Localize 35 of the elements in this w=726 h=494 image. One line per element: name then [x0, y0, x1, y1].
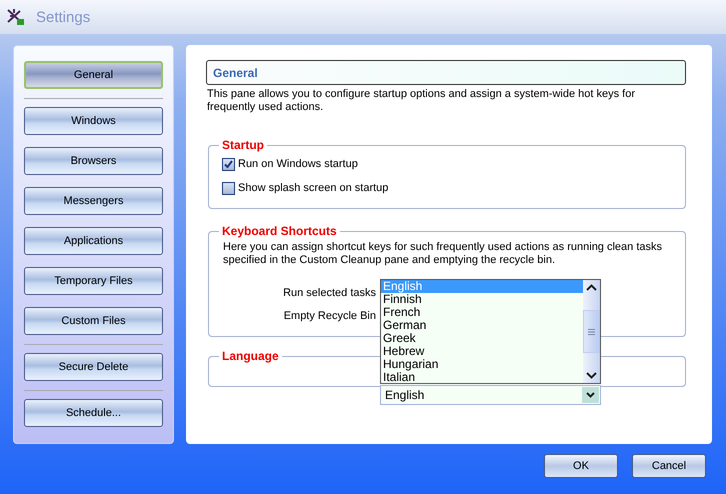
pane-title: General	[206, 60, 686, 85]
sidebar-button[interactable]: Temporary Files	[24, 267, 163, 295]
group-title: Keyboard Shortcuts	[221, 224, 338, 238]
pane-description: This pane allows you to configure startup options and assign a system-wide hot keys for frequently used actions.	[207, 88, 636, 114]
checkbox-label[interactable]: Run on Windows startup	[238, 158, 358, 170]
language-option[interactable]: Hebrew	[381, 345, 583, 358]
app-icon	[6, 8, 26, 26]
language-option[interactable]: Hungarian	[381, 358, 583, 371]
sidebar-button[interactable]: General	[24, 61, 163, 89]
sidebar-button[interactable]: Schedule...	[24, 399, 163, 427]
shortcuts-description: Here you can assign shortcut keys for such frequently used actions as running clean tasks specified in the Custom Cleanup pane and emptying the recycle bin.	[223, 241, 664, 267]
chevron-down-icon[interactable]	[586, 392, 595, 398]
dialog-button[interactable]: OK	[544, 454, 618, 478]
dialog-button[interactable]: Cancel	[632, 454, 706, 478]
sidebar-button[interactable]: Secure Delete	[24, 353, 163, 381]
language-option[interactable]: Greek	[381, 332, 583, 345]
checkbox[interactable]	[222, 182, 235, 194]
shortcut-label: Run selected tasks	[282, 287, 376, 299]
shortcut-label: Empty Recycle Bin	[282, 310, 376, 322]
checkbox-label[interactable]: Show splash screen on startup	[238, 182, 388, 194]
language-option[interactable]: French	[381, 306, 583, 319]
sidebar-button[interactable]: Windows	[24, 107, 163, 135]
group-title: Startup	[221, 138, 265, 152]
scroll-thumb[interactable]	[583, 310, 600, 353]
language-option[interactable]: Italian	[381, 371, 583, 384]
sidebar-button[interactable]: Custom Files	[24, 307, 163, 335]
language-dropdown[interactable]: English	[380, 385, 601, 405]
sidebar-button[interactable]: Messengers	[24, 187, 163, 215]
language-option[interactable]: German	[381, 319, 583, 332]
sidebar-button[interactable]: Applications	[24, 227, 163, 255]
group-title: Language	[221, 349, 280, 363]
checkbox[interactable]	[222, 158, 235, 170]
window-title: Settings	[36, 8, 90, 26]
sidebar-button[interactable]: Browsers	[24, 147, 163, 175]
language-option[interactable]: Finnish	[381, 293, 583, 306]
